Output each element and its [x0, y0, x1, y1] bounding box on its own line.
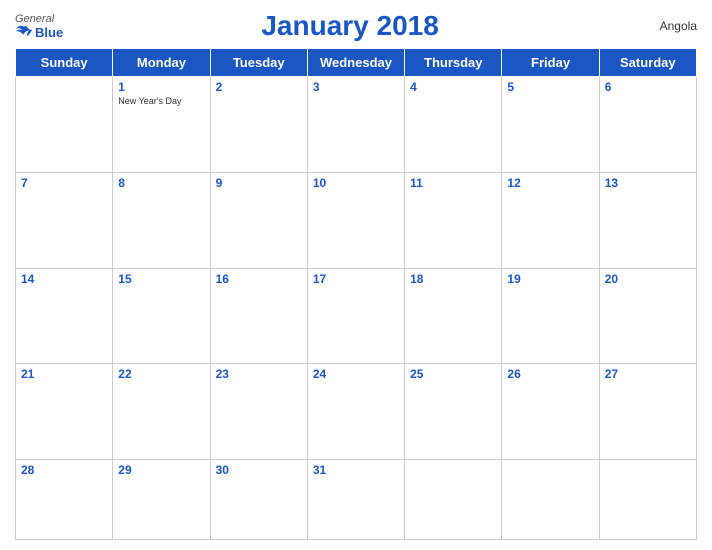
- day-header-monday: Monday: [113, 49, 210, 77]
- calendar-cell: [599, 460, 696, 540]
- calendar-cell: 17: [307, 268, 404, 364]
- logo-blue-container: Blue: [15, 25, 63, 40]
- calendar-cell: [502, 460, 599, 540]
- calendar-cell: 13: [599, 172, 696, 268]
- calendar-cell: 18: [405, 268, 502, 364]
- day-number: 26: [507, 367, 593, 381]
- day-number: 18: [410, 272, 496, 286]
- day-number: 24: [313, 367, 399, 381]
- calendar-table: SundayMondayTuesdayWednesdayThursdayFrid…: [15, 48, 697, 540]
- calendar-cell: 23: [210, 364, 307, 460]
- calendar-cell: 28: [16, 460, 113, 540]
- calendar-cell: 30: [210, 460, 307, 540]
- day-number: 9: [216, 176, 302, 190]
- calendar-cell: 22: [113, 364, 210, 460]
- day-header-friday: Friday: [502, 49, 599, 77]
- week-row-4: 21 22 23 24 25 26 27: [16, 364, 697, 460]
- day-number: 14: [21, 272, 107, 286]
- calendar-title: January 2018: [63, 10, 637, 42]
- calendar-cell: 1 New Year's Day: [113, 77, 210, 173]
- calendar-cell: 25: [405, 364, 502, 460]
- calendar-cell: 3: [307, 77, 404, 173]
- day-number: 28: [21, 463, 107, 477]
- calendar-cell: 7: [16, 172, 113, 268]
- calendar-cell: 27: [599, 364, 696, 460]
- day-number: 20: [605, 272, 691, 286]
- days-header-row: SundayMondayTuesdayWednesdayThursdayFrid…: [16, 49, 697, 77]
- logo-blue-text: Blue: [35, 25, 63, 40]
- day-number: 4: [410, 80, 496, 94]
- day-number: 30: [216, 463, 302, 477]
- day-number: 12: [507, 176, 593, 190]
- day-number: 19: [507, 272, 593, 286]
- calendar-cell: 9: [210, 172, 307, 268]
- day-header-saturday: Saturday: [599, 49, 696, 77]
- day-number: 22: [118, 367, 204, 381]
- day-number: 23: [216, 367, 302, 381]
- calendar-cell: [16, 77, 113, 173]
- calendar-cell: 24: [307, 364, 404, 460]
- day-number: 15: [118, 272, 204, 286]
- calendar-cell: 15: [113, 268, 210, 364]
- day-number: 2: [216, 80, 302, 94]
- calendar-cell: 26: [502, 364, 599, 460]
- day-header-tuesday: Tuesday: [210, 49, 307, 77]
- calendar-cell: 21: [16, 364, 113, 460]
- day-number: 16: [216, 272, 302, 286]
- logo: General Blue: [15, 13, 63, 40]
- holiday-name: New Year's Day: [118, 96, 204, 107]
- calendar-cell: 20: [599, 268, 696, 364]
- calendar-cell: 29: [113, 460, 210, 540]
- day-number: 6: [605, 80, 691, 94]
- calendar-cell: 6: [599, 77, 696, 173]
- calendar-cell: 31: [307, 460, 404, 540]
- country-label: Angola: [637, 19, 697, 33]
- calendar-cell: 10: [307, 172, 404, 268]
- calendar-header: General Blue January 2018 Angola: [15, 10, 697, 42]
- day-number: 5: [507, 80, 593, 94]
- day-number: 13: [605, 176, 691, 190]
- day-number: 17: [313, 272, 399, 286]
- day-number: 25: [410, 367, 496, 381]
- calendar-cell: 14: [16, 268, 113, 364]
- day-header-wednesday: Wednesday: [307, 49, 404, 77]
- week-row-2: 789 10 11 12 13: [16, 172, 697, 268]
- calendar-cell: 5: [502, 77, 599, 173]
- calendar-cell: 12: [502, 172, 599, 268]
- calendar-cell: [405, 460, 502, 540]
- week-row-5: 28 29 30 31: [16, 460, 697, 540]
- week-row-3: 14 15 16 17 18 19 20: [16, 268, 697, 364]
- day-number: 11: [410, 176, 496, 190]
- day-number: 1: [118, 80, 204, 94]
- day-header-thursday: Thursday: [405, 49, 502, 77]
- day-number: 7: [21, 176, 107, 190]
- week-row-1: 1 New Year's Day 23456: [16, 77, 697, 173]
- calendar-cell: 11: [405, 172, 502, 268]
- day-header-sunday: Sunday: [16, 49, 113, 77]
- logo-general-text: General: [15, 13, 54, 25]
- logo-bird-icon: [15, 25, 33, 39]
- calendar-cell: 16: [210, 268, 307, 364]
- calendar-cell: 19: [502, 268, 599, 364]
- calendar-cell: 8: [113, 172, 210, 268]
- calendar-cell: 4: [405, 77, 502, 173]
- calendar-cell: 2: [210, 77, 307, 173]
- day-number: 29: [118, 463, 204, 477]
- day-number: 27: [605, 367, 691, 381]
- day-number: 3: [313, 80, 399, 94]
- day-number: 8: [118, 176, 204, 190]
- day-number: 31: [313, 463, 399, 477]
- day-number: 10: [313, 176, 399, 190]
- day-number: 21: [21, 367, 107, 381]
